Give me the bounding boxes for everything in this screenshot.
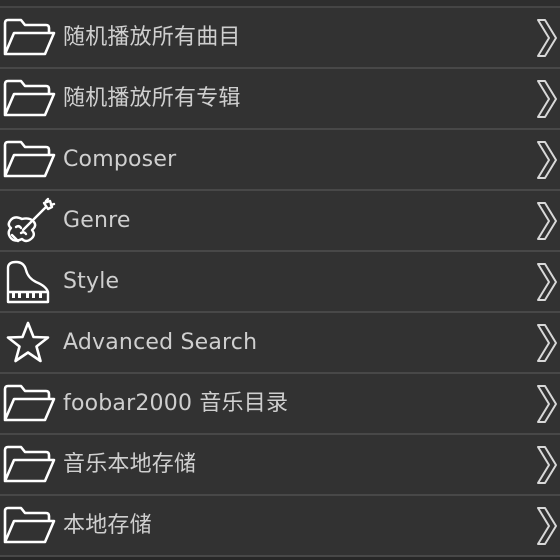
chevron-right-icon [536, 384, 558, 424]
folder-icon [2, 75, 56, 123]
chevron-right-icon [536, 201, 558, 241]
list-item-foobar2000-music-library[interactable]: foobar2000 音乐目录 [0, 374, 560, 435]
list-item-local-storage[interactable]: 本地存储 [0, 496, 560, 557]
list-item-label: 音乐本地存储 [63, 452, 197, 477]
list-item-music-local-storage[interactable]: 音乐本地存储 [0, 435, 560, 496]
folder-icon [2, 380, 56, 428]
chevron-right-icon [536, 506, 558, 546]
list-item-label: Style [63, 269, 120, 294]
list-item-advanced-search[interactable]: Advanced Search [0, 313, 560, 374]
list-item-label: Advanced Search [63, 330, 258, 355]
list-item-shuffle-all-tracks[interactable]: 随机播放所有曲目 [0, 8, 560, 69]
star-icon [2, 319, 56, 367]
list-item-label: Composer [63, 147, 177, 172]
chevron-right-icon [536, 445, 558, 485]
list-item-label: Genre [63, 208, 131, 233]
chevron-right-icon [536, 262, 558, 302]
list-item-label: 随机播放所有专辑 [63, 86, 241, 111]
list-item-composer[interactable]: Composer [0, 130, 560, 191]
list-item-label: 本地存储 [63, 513, 152, 538]
list-item-genre[interactable]: Genre [0, 191, 560, 252]
chevron-right-icon [536, 18, 558, 58]
violin-icon [2, 197, 56, 245]
list-item-label: foobar2000 音乐目录 [63, 391, 289, 416]
list-item-style[interactable]: Style [0, 252, 560, 313]
folder-icon [2, 441, 56, 489]
top-divider [0, 0, 560, 8]
chevron-right-icon [536, 140, 558, 180]
folder-icon [2, 14, 56, 62]
folder-icon [2, 136, 56, 184]
folder-icon [2, 502, 56, 550]
list-item-shuffle-all-albums[interactable]: 随机播放所有专辑 [0, 69, 560, 130]
chevron-right-icon [536, 323, 558, 363]
chevron-right-icon [536, 79, 558, 119]
list-item-label: 随机播放所有曲目 [63, 25, 241, 50]
menu-list: 随机播放所有曲目 随机播放所有专辑 Composer Genre Style A… [0, 0, 560, 560]
piano-icon [2, 258, 56, 306]
